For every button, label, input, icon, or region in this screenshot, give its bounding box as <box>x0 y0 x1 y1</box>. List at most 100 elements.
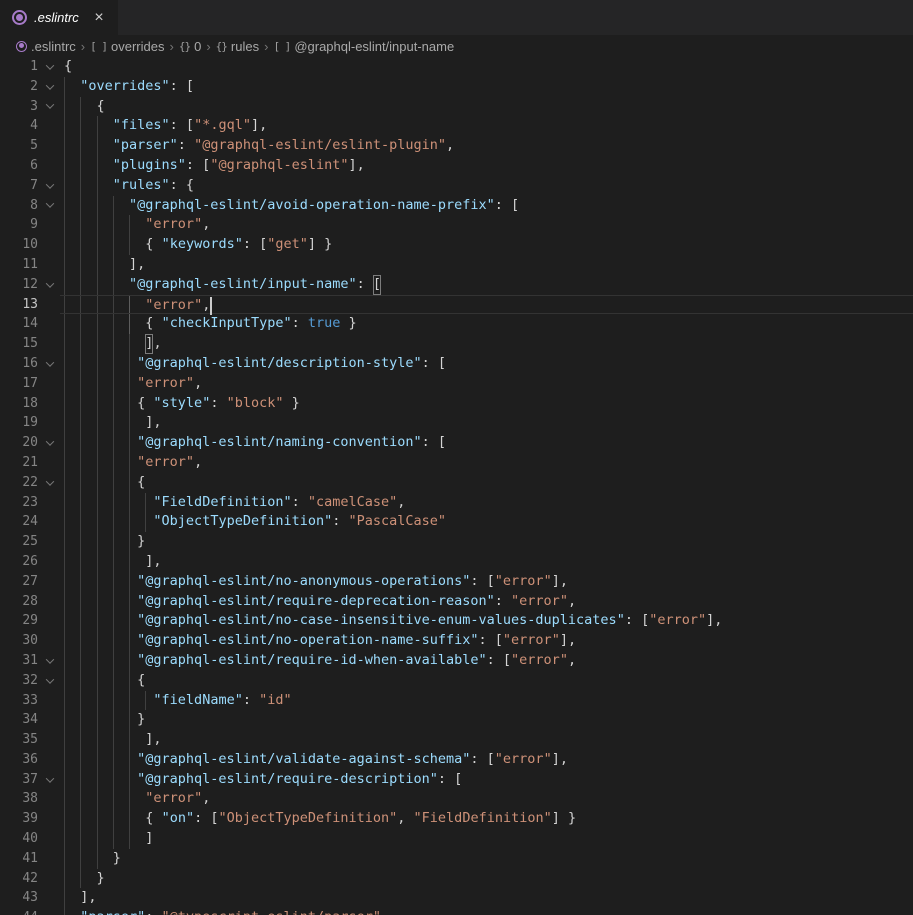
code-line-body[interactable]: "parser": "@typescript-eslint/parser" <box>60 908 913 915</box>
line-number[interactable]: 12 <box>0 275 40 295</box>
code-line-body[interactable]: "@graphql-eslint/no-operation-name-suffi… <box>60 631 913 651</box>
code-line-body[interactable]: ], <box>60 888 913 908</box>
code-line-body[interactable]: "@graphql-eslint/input-name": [ <box>60 275 913 295</box>
line-number[interactable]: 26 <box>0 552 40 572</box>
code-line-body[interactable]: { "style": "block" } <box>60 394 913 414</box>
fold-cell[interactable] <box>40 97 60 117</box>
line-number[interactable]: 25 <box>0 532 40 552</box>
line-number[interactable]: 7 <box>0 176 40 196</box>
code-line-body[interactable]: { <box>60 97 913 117</box>
line-number[interactable]: 30 <box>0 631 40 651</box>
code-line-body[interactable]: } <box>60 869 913 889</box>
code-line-body[interactable]: ] <box>60 829 913 849</box>
line-number[interactable]: 32 <box>0 671 40 691</box>
line-number[interactable]: 29 <box>0 611 40 631</box>
code-line-body[interactable]: ], <box>60 413 913 433</box>
code-line-body[interactable]: "error", <box>60 789 913 809</box>
code-line-body[interactable]: "plugins": ["@graphql-eslint"], <box>60 156 913 176</box>
code-line-body[interactable]: "rules": { <box>60 176 913 196</box>
code-line-body[interactable]: "error", <box>60 374 913 394</box>
line-number[interactable]: 5 <box>0 136 40 156</box>
code-line-body[interactable]: "error", <box>60 215 913 235</box>
code-line-body[interactable]: "@graphql-eslint/naming-convention": [ <box>60 433 913 453</box>
line-number[interactable]: 16 <box>0 354 40 374</box>
fold-cell[interactable] <box>40 433 60 453</box>
line-number[interactable]: 6 <box>0 156 40 176</box>
line-number[interactable]: 43 <box>0 888 40 908</box>
line-number[interactable]: 21 <box>0 453 40 473</box>
line-number[interactable]: 4 <box>0 116 40 136</box>
line-number[interactable]: 19 <box>0 413 40 433</box>
line-number[interactable]: 9 <box>0 215 40 235</box>
fold-cell[interactable] <box>40 354 60 374</box>
breadcrumb-item-overrides[interactable]: [ ]overrides <box>90 39 164 54</box>
code-line-body[interactable]: } <box>60 532 913 552</box>
code-line-body[interactable]: "overrides": [ <box>60 77 913 97</box>
line-number[interactable]: 35 <box>0 730 40 750</box>
line-number[interactable]: 33 <box>0 691 40 711</box>
line-number[interactable]: 28 <box>0 592 40 612</box>
line-number[interactable]: 36 <box>0 750 40 770</box>
code-line-body[interactable]: } <box>60 849 913 869</box>
fold-cell[interactable] <box>40 176 60 196</box>
line-number[interactable]: 20 <box>0 433 40 453</box>
fold-cell[interactable] <box>40 77 60 97</box>
code-line-body[interactable]: ], <box>60 334 913 354</box>
code-line-body[interactable]: "FieldDefinition": "camelCase", <box>60 493 913 513</box>
code-line-body[interactable]: { "checkInputType": true } <box>60 314 913 334</box>
fold-cell[interactable] <box>40 196 60 216</box>
line-number[interactable]: 8 <box>0 196 40 216</box>
tab-eslintrc[interactable]: .eslintrc × <box>0 0 118 35</box>
code-line-body[interactable]: "@graphql-eslint/no-anonymous-operations… <box>60 572 913 592</box>
code-line-body[interactable]: "@graphql-eslint/description-style": [ <box>60 354 913 374</box>
line-number[interactable]: 22 <box>0 473 40 493</box>
line-number[interactable]: 11 <box>0 255 40 275</box>
code-line-body[interactable]: { <box>60 473 913 493</box>
code-line-body[interactable]: "ObjectTypeDefinition": "PascalCase" <box>60 512 913 532</box>
line-number[interactable]: 39 <box>0 809 40 829</box>
code-line-body[interactable]: "@graphql-eslint/validate-against-schema… <box>60 750 913 770</box>
code-line-body[interactable]: { "on": ["ObjectTypeDefinition", "FieldD… <box>60 809 913 829</box>
line-number[interactable]: 24 <box>0 512 40 532</box>
fold-cell[interactable] <box>40 275 60 295</box>
code-line-body[interactable]: "@graphql-eslint/require-description": [ <box>60 770 913 790</box>
line-number[interactable]: 37 <box>0 770 40 790</box>
code-line-body[interactable]: { <box>60 671 913 691</box>
line-number[interactable]: 10 <box>0 235 40 255</box>
code-line-body[interactable]: "error", <box>60 295 913 315</box>
code-line-body[interactable]: ], <box>60 255 913 275</box>
code-line-body[interactable]: { <box>60 57 913 77</box>
line-number[interactable]: 18 <box>0 394 40 414</box>
line-number[interactable]: 42 <box>0 869 40 889</box>
breadcrumb-item--graphql-eslint-input-name[interactable]: [ ]@graphql-eslint/input-name <box>273 39 454 54</box>
code-line-body[interactable]: ], <box>60 552 913 572</box>
line-number[interactable]: 44 <box>0 908 40 915</box>
code-line-body[interactable]: "@graphql-eslint/require-deprecation-rea… <box>60 592 913 612</box>
code-line-body[interactable]: "fieldName": "id" <box>60 691 913 711</box>
line-number[interactable]: 40 <box>0 829 40 849</box>
line-number[interactable]: 15 <box>0 334 40 354</box>
close-icon[interactable]: × <box>90 10 108 26</box>
code-line-body[interactable]: "parser": "@graphql-eslint/eslint-plugin… <box>60 136 913 156</box>
code-line-body[interactable]: "files": ["*.gql"], <box>60 116 913 136</box>
line-number[interactable]: 34 <box>0 710 40 730</box>
line-number[interactable]: 31 <box>0 651 40 671</box>
line-number[interactable]: 3 <box>0 97 40 117</box>
code-line-body[interactable]: "@graphql-eslint/no-case-insensitive-enu… <box>60 611 913 631</box>
line-number[interactable]: 2 <box>0 77 40 97</box>
line-number[interactable]: 1 <box>0 57 40 77</box>
fold-cell[interactable] <box>40 770 60 790</box>
fold-cell[interactable] <box>40 651 60 671</box>
line-number[interactable]: 27 <box>0 572 40 592</box>
code-line-body[interactable]: { "keywords": ["get"] } <box>60 235 913 255</box>
fold-cell[interactable] <box>40 57 60 77</box>
line-number[interactable]: 17 <box>0 374 40 394</box>
breadcrumb-item-0[interactable]: {}0 <box>179 39 201 54</box>
fold-cell[interactable] <box>40 671 60 691</box>
breadcrumb-item--eslintrc[interactable]: .eslintrc <box>16 39 76 54</box>
code-line-body[interactable]: "error", <box>60 453 913 473</box>
line-number[interactable]: 23 <box>0 493 40 513</box>
fold-cell[interactable] <box>40 473 60 493</box>
breadcrumb-item-rules[interactable]: {}rules <box>216 39 259 54</box>
code-line-body[interactable]: "@graphql-eslint/avoid-operation-name-pr… <box>60 196 913 216</box>
